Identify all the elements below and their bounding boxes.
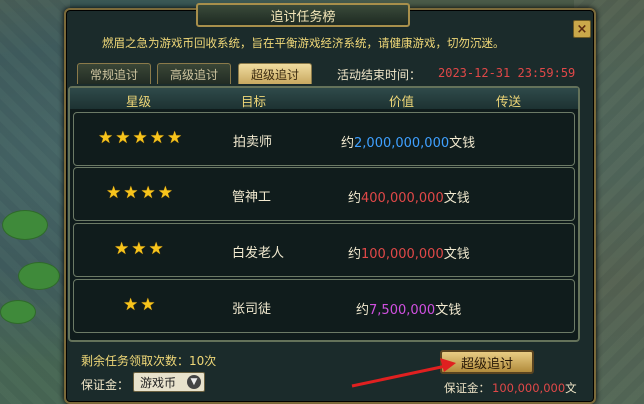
annotation-arrow — [351, 358, 456, 388]
arrow-head-icon — [440, 358, 456, 372]
